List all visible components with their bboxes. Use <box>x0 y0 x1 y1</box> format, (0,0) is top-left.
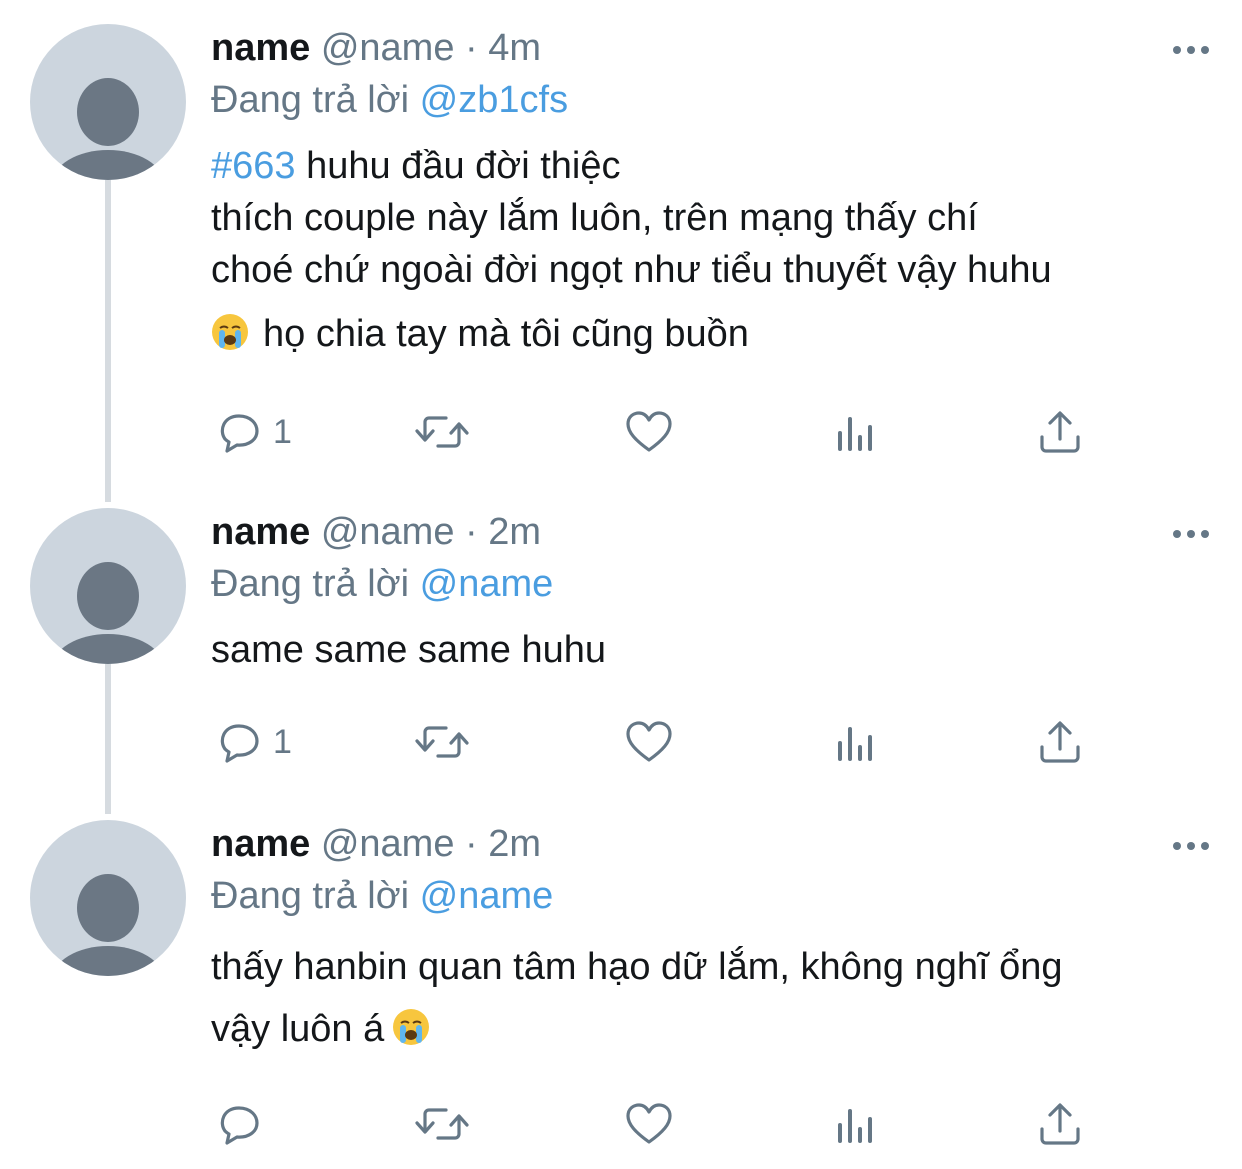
share-icon <box>1040 1103 1080 1145</box>
retweet-button[interactable] <box>414 407 470 457</box>
tweet-text: thấy hanbin quan tâm hạo dữ lắm, không n… <box>211 936 1211 1060</box>
reply-button[interactable] <box>215 1099 261 1149</box>
reply-count: 1 <box>273 412 292 451</box>
timestamp[interactable]: 4m <box>488 27 541 69</box>
stats-icon <box>838 417 872 451</box>
retweet-button[interactable] <box>414 717 470 767</box>
display-name[interactable]: name <box>211 823 310 865</box>
more-options-button[interactable] <box>1170 834 1212 858</box>
timestamp[interactable]: 2m <box>488 511 541 553</box>
share-button[interactable] <box>1038 407 1082 457</box>
tweet-text-line: same same same huhu <box>211 629 606 671</box>
tweet-text-segment: vậy luôn á <box>211 1008 385 1050</box>
tweet-content: name @name · 2m Đang trả lời @name same … <box>211 506 1211 676</box>
like-button[interactable] <box>625 407 673 457</box>
separator: · <box>465 511 478 553</box>
tweet-content: name @name · 2m Đang trả lời @name thấy … <box>211 818 1211 1060</box>
reply-button[interactable]: 1 <box>215 717 292 767</box>
stats-icon <box>838 1109 872 1143</box>
more-options-button[interactable] <box>1170 522 1212 546</box>
avatar-icon[interactable] <box>30 820 186 976</box>
tweet-2[interactable]: name @name · 2m Đang trả lời @name same … <box>0 484 1242 806</box>
tweet-text-line: thích couple này lắm luôn, trên mạng thấ… <box>211 197 978 239</box>
share-icon <box>1040 721 1080 763</box>
tweet-1[interactable]: name @name · 4m Đang trả lời @zb1cfs #66… <box>0 0 1242 490</box>
stats-icon <box>838 727 872 761</box>
tweet-text-segment: huhu đầu đời thiệc <box>295 145 621 187</box>
tweet-text: #663 huhu đầu đời thiệc thích couple này… <box>211 140 1211 360</box>
more-icon <box>1173 46 1209 54</box>
retweet-icon <box>415 726 469 758</box>
user-handle[interactable]: @name <box>321 823 455 865</box>
analytics-button[interactable] <box>835 407 879 457</box>
timestamp[interactable]: 2m <box>488 823 541 865</box>
tweet-text-line: #663 huhu đầu đời thiệc <box>211 140 1211 192</box>
reply-mention[interactable]: @zb1cfs <box>420 79 568 121</box>
separator: · <box>465 823 478 865</box>
tweet-header: name @name · 2m <box>211 506 1211 558</box>
avatar-icon[interactable] <box>30 24 186 180</box>
replying-to-label: Đang trả lời <box>211 875 410 917</box>
hashtag-link[interactable]: #663 <box>211 145 296 187</box>
tweet-actions: 1 <box>211 407 1111 457</box>
like-button[interactable] <box>625 1099 673 1149</box>
reply-mention[interactable]: @name <box>420 563 554 605</box>
display-name[interactable]: name <box>211 27 310 69</box>
reply-count: 1 <box>273 722 292 761</box>
more-options-button[interactable] <box>1170 38 1212 62</box>
tweet-text-line: họ chia tay mà tôi cũng buồn <box>211 308 1211 360</box>
tweet-header: name @name · 2m <box>211 818 1211 870</box>
reply-icon <box>220 414 259 453</box>
like-icon <box>626 411 672 452</box>
retweet-icon <box>415 416 469 448</box>
replying-to-label: Đang trả lời <box>211 79 410 121</box>
separator: · <box>465 27 478 69</box>
analytics-button[interactable] <box>835 1099 879 1149</box>
tweet-text: same same same huhu <box>211 624 1211 676</box>
reply-button[interactable]: 1 <box>215 407 292 457</box>
share-button[interactable] <box>1038 1099 1082 1149</box>
tweet-content: name @name · 4m Đang trả lời @zb1cfs #66… <box>211 22 1211 360</box>
tweet-text-segment: họ chia tay mà tôi cũng buồn <box>263 313 749 355</box>
crying-face-icon <box>393 1009 430 1045</box>
analytics-button[interactable] <box>835 717 879 767</box>
retweet-button[interactable] <box>414 1099 470 1149</box>
display-name[interactable]: name <box>211 511 310 553</box>
tweet-actions: 1 <box>211 717 1111 767</box>
replying-to-label: Đang trả lời <box>211 563 410 605</box>
reply-icon <box>220 724 259 763</box>
replying-to: Đang trả lời @name <box>211 558 1211 610</box>
tweet-text-line: vậy luôn á <box>211 998 1211 1060</box>
tweet-actions <box>211 1099 1111 1149</box>
tweet-text-line: choé chứ ngoài đời ngọt như tiểu thuyết … <box>211 249 1052 291</box>
tweet-3[interactable]: name @name · 2m Đang trả lời @name thấy … <box>0 796 1242 1169</box>
user-handle[interactable]: @name <box>321 511 455 553</box>
more-icon <box>1173 842 1209 850</box>
reply-mention[interactable]: @name <box>420 875 554 917</box>
replying-to: Đang trả lời @zb1cfs <box>211 74 1211 126</box>
like-button[interactable] <box>625 717 673 767</box>
tweet-header: name @name · 4m <box>211 22 1211 74</box>
share-button[interactable] <box>1038 717 1082 767</box>
crying-face-icon <box>212 314 248 350</box>
replying-to: Đang trả lời @name <box>211 870 1211 922</box>
reply-icon <box>220 1106 259 1145</box>
like-icon <box>626 721 672 762</box>
avatar-icon[interactable] <box>30 508 186 664</box>
retweet-icon <box>415 1108 469 1140</box>
tweet-text-line: thấy hanbin quan tâm hạo dữ lắm, không n… <box>211 946 1063 988</box>
share-icon <box>1040 411 1080 453</box>
more-icon <box>1173 530 1209 538</box>
like-icon <box>626 1103 672 1144</box>
user-handle[interactable]: @name <box>321 27 455 69</box>
